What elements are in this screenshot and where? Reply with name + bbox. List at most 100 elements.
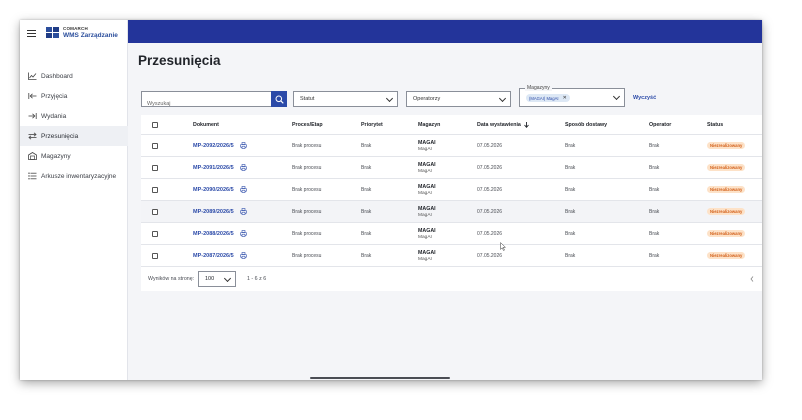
date-cell: 07.05.2026 [477, 208, 503, 215]
table-row[interactable]: MP-2091/2026/5 Brak procesu Brak MAGAI MagAI… [141, 157, 762, 179]
col-operator[interactable]: Operator [649, 115, 671, 134]
print-icon[interactable] [239, 164, 247, 171]
document-link[interactable]: MP-2090/2026/5 [193, 187, 234, 193]
operator-cell: Brak [649, 208, 660, 215]
sidebar-item-label: Dashboard [41, 72, 73, 80]
sidebar-item-przyjecia[interactable]: Przyjęcia [20, 86, 128, 106]
warehouse-chip: (MAGAI) MagAI ✕ [526, 94, 570, 102]
sidebar-item-magazyny[interactable]: Magazyny [20, 146, 128, 166]
pagination-bar: Wyników na stronę: 100 1 - 6 z 6 [141, 267, 762, 291]
warehouse-name: MagAI [418, 146, 432, 152]
table-row[interactable]: MP-2090/2026/5 Brak procesu Brak MAGAI MagAI… [141, 179, 762, 201]
col-process[interactable]: Proces/Etap [292, 115, 323, 134]
close-icon[interactable]: ✕ [563, 95, 567, 101]
priority-cell: Brak [361, 252, 372, 259]
operators-select-label: Operatorzy [413, 96, 441, 102]
delivery-cell: Brak [565, 208, 576, 215]
status-select[interactable]: Statut [293, 91, 398, 107]
page-range: 1 - 6 z 6 [247, 276, 267, 282]
document-link[interactable]: MP-2092/2026/5 [193, 143, 234, 149]
document-link[interactable]: MP-2087/2026/5 [193, 253, 234, 259]
status-badge: Niezrealizowany [707, 252, 746, 259]
status-cell: Niezrealizowany [707, 157, 746, 178]
row-checkbox[interactable] [152, 252, 158, 259]
print-icon[interactable] [239, 252, 247, 259]
col-priority[interactable]: Priorytet [361, 115, 383, 134]
print-icon[interactable] [239, 208, 247, 215]
sidebar-item-dashboard[interactable]: Dashboard [20, 66, 128, 86]
main-content: Przesunięcia Statut Operatorzy Magazyny … [128, 43, 762, 380]
table-row[interactable]: MP-2087/2026/5 Brak procesu Brak MAGAI MagAI… [141, 245, 762, 267]
menu-icon[interactable] [27, 29, 36, 37]
top-app-bar [128, 20, 762, 43]
warehouse-cell: MAGAI MagAI [418, 157, 436, 178]
sidebar-item-label: Magazyny [41, 152, 71, 160]
print-icon[interactable] [239, 186, 247, 193]
warehouse-name: MagAI [418, 212, 432, 218]
product-name: WMS Zarządzanie [63, 31, 118, 39]
chevron-down-icon [612, 92, 621, 101]
row-checkbox-cell [152, 201, 158, 222]
row-checkbox-cell [152, 223, 158, 244]
date-cell: 07.05.2026 [477, 230, 503, 237]
chevron-left-icon[interactable] [750, 276, 754, 282]
table-row[interactable]: MP-2089/2026/5 Brak procesu Brak MAGAI MagAI… [141, 201, 762, 223]
print-icon[interactable] [239, 230, 247, 237]
operator-cell: Brak [649, 164, 660, 171]
delivery-cell: Brak [565, 230, 576, 237]
warehouse-code: MAGAI [418, 249, 436, 256]
warehouses-select[interactable]: Magazyny (MAGAI) MagAI ✕ [519, 85, 625, 107]
priority-cell: Brak [361, 142, 372, 149]
brand-bar: COMARCH WMS Zarządzanie [20, 20, 128, 46]
search-box [141, 91, 287, 111]
operators-select[interactable]: Operatorzy [406, 91, 511, 107]
sidebar: COMARCH WMS Zarządzanie Dashboard Przyję… [20, 20, 128, 380]
page-title: Przesunięcia [138, 53, 221, 68]
row-checkbox[interactable] [152, 230, 158, 237]
col-document[interactable]: Dokument [193, 115, 219, 134]
process-cell: Brak procesu [292, 252, 322, 259]
search-button[interactable] [271, 91, 287, 107]
horizontal-scrollbar[interactable] [310, 377, 450, 379]
sidebar-item-przesuniecia[interactable]: Przesunięcia [20, 126, 128, 146]
warehouse-cell: MAGAI MagAI [418, 245, 436, 266]
delivery-cell: Brak [565, 142, 576, 149]
sidebar-item-wydania[interactable]: Wydania [20, 106, 128, 126]
status-cell: Niezrealizowany [707, 245, 746, 266]
company-name: COMARCH [63, 26, 88, 31]
mouse-cursor-icon [500, 242, 506, 251]
warehouse-cell: MAGAI MagAI [418, 201, 436, 222]
row-checkbox[interactable] [152, 186, 158, 193]
col-status[interactable]: Status [707, 115, 723, 134]
print-icon[interactable] [239, 142, 247, 149]
col-issue-date-label: Data wystawienia [477, 121, 521, 128]
row-checkbox[interactable] [152, 164, 158, 171]
row-checkbox[interactable] [152, 142, 158, 149]
status-badge: Niezrealizowany [707, 230, 746, 237]
priority-cell: Brak [361, 186, 372, 193]
document-cell: MP-2087/2026/5 [193, 245, 247, 266]
table-row[interactable]: MP-2092/2026/5 Brak procesu Brak MAGAI MagAI… [141, 135, 762, 157]
warehouse-code: MAGAI [418, 139, 436, 146]
sidebar-item-arkusze[interactable]: Arkusze inwentaryzacyjne [20, 166, 128, 186]
document-link[interactable]: MP-2089/2026/5 [193, 209, 234, 215]
select-all-checkbox[interactable] [152, 121, 158, 128]
chevron-down-icon [385, 94, 394, 103]
table-row[interactable]: MP-2088/2026/5 Brak procesu Brak MAGAI MagAI… [141, 223, 762, 245]
list-icon [27, 171, 37, 181]
status-cell: Niezrealizowany [707, 179, 746, 200]
status-badge: Niezrealizowany [707, 142, 746, 149]
row-checkbox[interactable] [152, 208, 158, 215]
search-input[interactable] [142, 97, 262, 111]
status-badge: Niezrealizowany [707, 186, 746, 193]
document-link[interactable]: MP-2091/2026/5 [193, 165, 234, 171]
document-cell: MP-2090/2026/5 [193, 179, 247, 200]
clear-filters-link[interactable]: Wyczyść [633, 95, 656, 101]
document-link[interactable]: MP-2088/2026/5 [193, 231, 234, 237]
warehouse-code: MAGAI [418, 205, 436, 212]
col-delivery[interactable]: Sposób dostawy [565, 115, 607, 134]
per-page-select[interactable]: 100 [198, 271, 236, 287]
col-warehouse[interactable]: Magazyn [418, 115, 440, 134]
col-issue-date[interactable]: Data wystawienia [477, 115, 529, 134]
search-icon [275, 95, 284, 104]
